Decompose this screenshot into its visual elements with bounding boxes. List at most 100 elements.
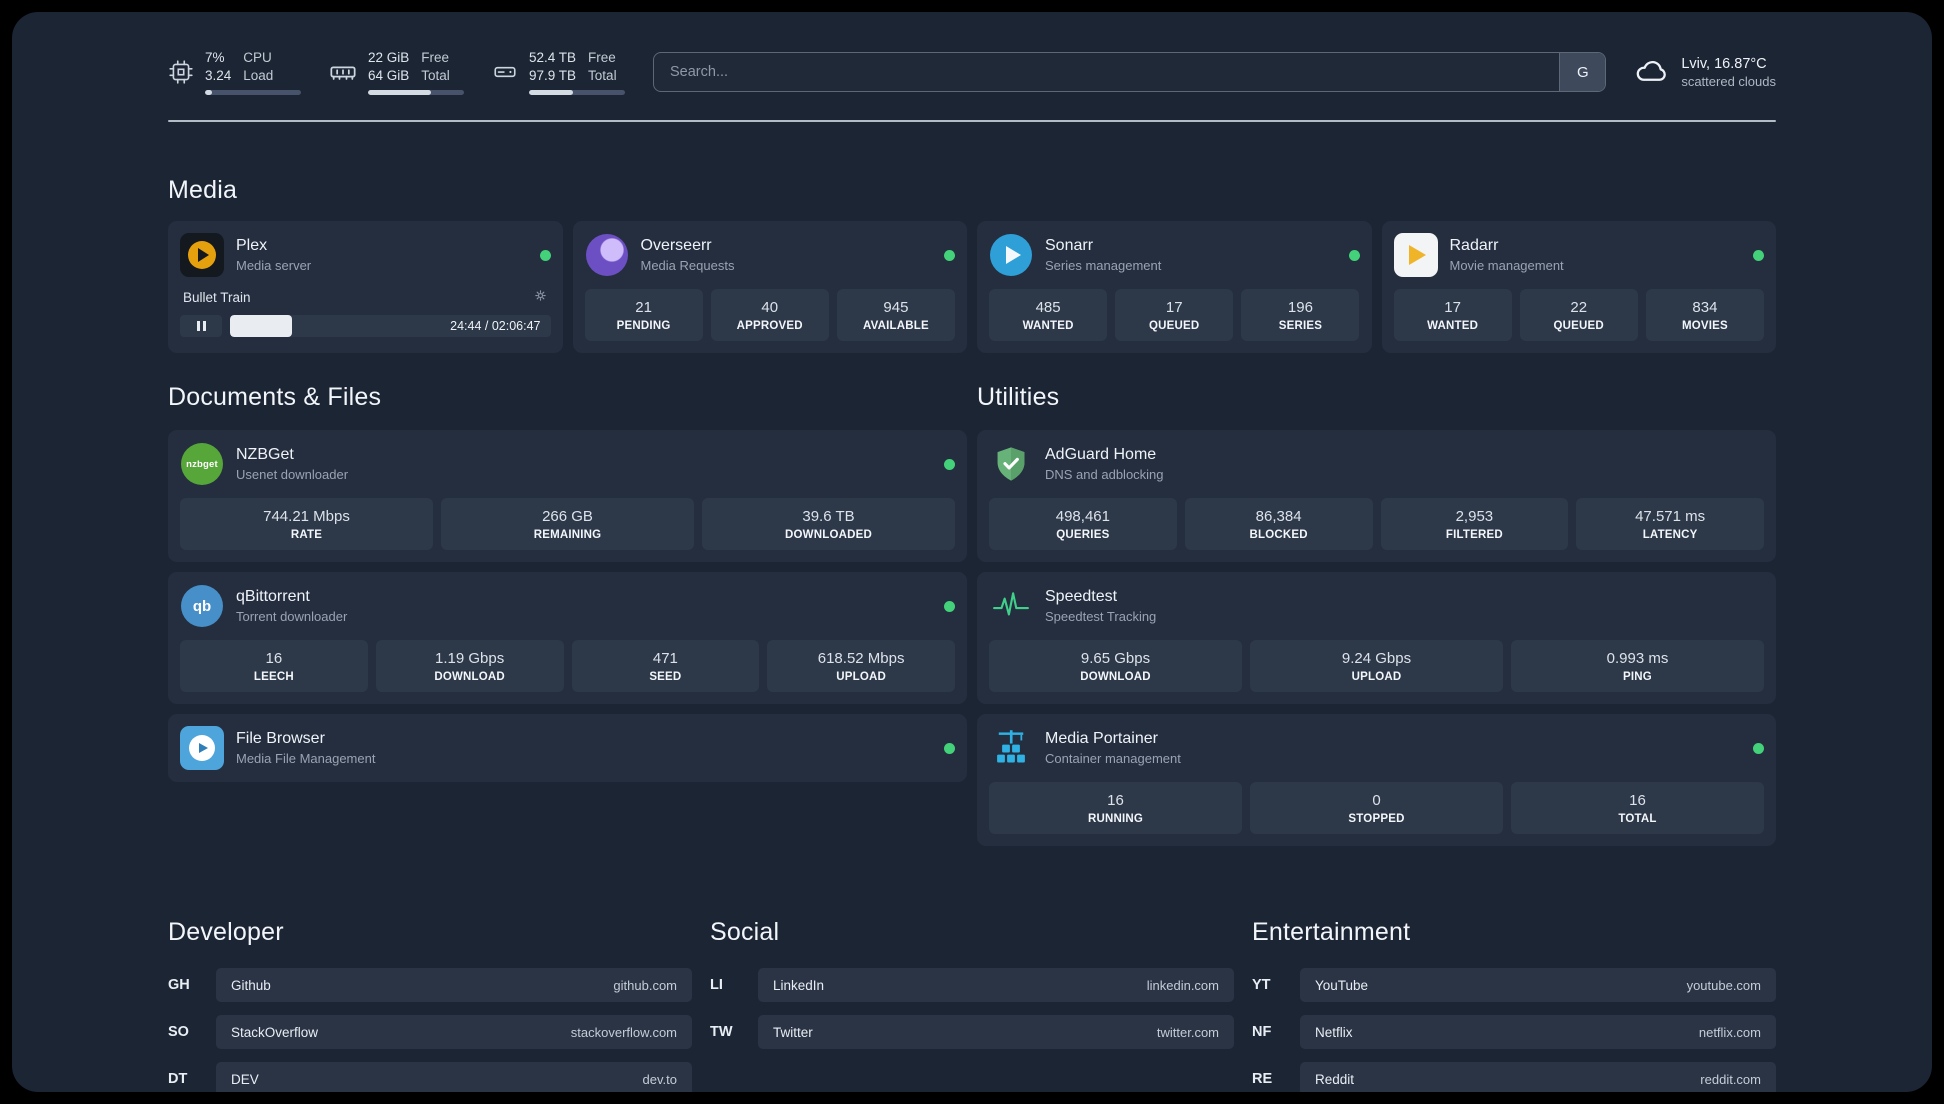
bookmark-abbr: LI [710, 977, 723, 993]
dashboard: 7% 3.24 CPU Load 22 GiB 64 GiB Free Tota… [12, 12, 1932, 1092]
stat-tile: 16 RUNNING [989, 782, 1242, 834]
status-dot [539, 249, 551, 261]
app-card-nzbget[interactable]: nzbget NZBGet Usenet downloader 744.21 M… [168, 430, 967, 562]
overseerr-icon [585, 234, 628, 276]
section-media: Media Plex Media server Bullet Train 24:… [168, 176, 1776, 353]
stat-value: 744.21 Mbps [263, 508, 350, 525]
stat-label: SERIES [1278, 320, 1323, 332]
bookmark-twitter[interactable]: TW Twitter twitter.com [710, 1015, 1234, 1049]
cpu-widget: 7% 3.24 CPU Load [168, 49, 301, 95]
section-documents: Documents & Files nzbget NZBGet Usenet d… [168, 383, 967, 846]
stat-tile: 22 QUEUED [1519, 289, 1638, 341]
bookmark-url: youtube.com [1686, 977, 1761, 993]
app-name: Sonarr [1045, 237, 1094, 254]
pause-button[interactable] [180, 315, 222, 337]
app-name: Overseerr [640, 237, 712, 254]
search-bar: G [653, 52, 1607, 92]
memory-label-bottom: Total [421, 68, 450, 83]
app-desc: Media Requests [640, 258, 735, 273]
qbittorrent-icon: qb [181, 585, 223, 627]
stat-label: SEED [649, 671, 682, 683]
app-card-qbittorrent[interactable]: qb qBittorrent Torrent downloader 16 LEE… [168, 572, 967, 704]
dashboard-content: 7% 3.24 CPU Load 22 GiB 64 GiB Free Tota… [168, 12, 1776, 1092]
app-name: Speedtest [1045, 588, 1118, 605]
bookmark-name: DEV [231, 1071, 259, 1087]
stat-label: PENDING [616, 320, 671, 332]
disk-label-bottom: Total [588, 68, 617, 83]
bookmark-abbr: NF [1252, 1024, 1272, 1040]
stat-value: 618.52 Mbps [817, 650, 905, 667]
bookmark-abbr: YT [1252, 977, 1271, 993]
bookmark-stackoverflow[interactable]: SO StackOverflow stackoverflow.com [168, 1015, 692, 1049]
section-title-social: Social [710, 918, 780, 946]
adguard-shield-icon [989, 442, 1033, 486]
playback-progress-bar[interactable]: 24:44 / 02:06:47 [230, 315, 551, 337]
stat-value: 0.993 ms [1606, 650, 1669, 667]
speedtest-waveform-icon [989, 584, 1033, 628]
section-title-media: Media [168, 176, 238, 204]
app-card-speedtest[interactable]: Speedtest Speedtest Tracking 9.65 Gbps D… [977, 572, 1776, 704]
stat-label: WANTED [1427, 320, 1479, 332]
stat-value: 16 [1107, 792, 1124, 809]
app-card-adguard[interactable]: AdGuard Home DNS and adblocking 498,461 … [977, 430, 1776, 562]
app-desc: Torrent downloader [236, 609, 348, 624]
bookmark-name: Twitter [773, 1024, 813, 1040]
stat-value: 39.6 TB [802, 508, 855, 525]
app-card-filebrowser[interactable]: File Browser Media File Management [168, 714, 967, 782]
stat-tile: 196 SERIES [1241, 289, 1360, 341]
bookmark-name: StackOverflow [231, 1024, 319, 1040]
stat-value: 9.24 Gbps [1341, 650, 1412, 667]
app-desc: Usenet downloader [236, 467, 349, 482]
disk-total: 97.9 TB [529, 68, 577, 83]
bookmark-abbr: SO [168, 1024, 189, 1040]
disk-free: 52.4 TB [529, 50, 577, 66]
stat-value: 0 [1372, 792, 1381, 809]
cpu-label-top: CPU [243, 50, 272, 66]
bookmark-dev[interactable]: DT DEV dev.to [168, 1062, 692, 1092]
app-name: AdGuard Home [1045, 446, 1157, 463]
search-provider-button[interactable]: G [1559, 53, 1606, 91]
stat-label: APPROVED [736, 320, 803, 332]
search-input[interactable] [654, 53, 1560, 91]
section-title-documents: Documents & Files [168, 383, 382, 411]
app-card-overseerr[interactable]: Overseerr Media Requests 21 PENDING 40 A… [572, 221, 967, 353]
app-card-sonarr[interactable]: Sonarr Series management 485 WANTED 17 Q… [977, 221, 1372, 353]
cpu-meter [205, 89, 301, 95]
bookmark-netflix[interactable]: NF Netflix netflix.com [1252, 1015, 1776, 1049]
stat-tile: 471 SEED [571, 640, 760, 692]
disk-widget: 52.4 TB 97.9 TB Free Total [492, 49, 625, 95]
memory-total: 64 GiB [368, 68, 410, 83]
bookmark-reddit[interactable]: RE Reddit reddit.com [1252, 1062, 1776, 1092]
stat-value: 945 [883, 299, 909, 316]
stat-label: FILTERED [1445, 529, 1503, 541]
topbar: 7% 3.24 CPU Load 22 GiB 64 GiB Free Tota… [168, 48, 1776, 96]
app-card-plex[interactable]: Plex Media server Bullet Train 24:44 / 0… [168, 221, 563, 353]
bookmark-youtube[interactable]: YT YouTube youtube.com [1252, 968, 1776, 1002]
stat-value: 86,384 [1255, 508, 1302, 525]
stat-tile: 0 STOPPED [1250, 782, 1503, 834]
stat-tile: 47.571 ms LATENCY [1576, 498, 1764, 550]
stat-tile: 0.993 ms PING [1511, 640, 1764, 692]
bookmark-abbr: GH [168, 977, 190, 993]
stat-label: MOVIES [1681, 320, 1728, 332]
stat-tile: 498,461 QUERIES [989, 498, 1177, 550]
app-name: Media Portainer [1045, 730, 1158, 747]
stat-label: DOWNLOAD [434, 671, 505, 683]
disk-icon [492, 59, 518, 85]
sonarr-icon [990, 234, 1032, 276]
player-settings-gear-icon[interactable] [533, 288, 548, 306]
filebrowser-icon [180, 726, 224, 770]
bookmark-linkedin[interactable]: LI LinkedIn linkedin.com [710, 968, 1234, 1002]
bookmark-name: Github [231, 977, 271, 993]
stat-label: LEECH [253, 671, 294, 683]
bookmark-url: stackoverflow.com [570, 1024, 677, 1040]
app-name: Radarr [1449, 237, 1499, 254]
memory-widget: 22 GiB 64 GiB Free Total [329, 49, 464, 95]
bookmark-github[interactable]: GH Github github.com [168, 968, 692, 1002]
status-dot [944, 458, 955, 470]
app-card-radarr[interactable]: Radarr Movie management 17 WANTED 22 QUE… [1381, 221, 1776, 353]
app-card-portainer[interactable]: Media Portainer Container management 16 … [977, 714, 1776, 846]
stat-value: 266 GB [542, 508, 593, 525]
stat-label: QUEUED [1553, 320, 1604, 332]
app-desc: Media File Management [236, 751, 376, 766]
